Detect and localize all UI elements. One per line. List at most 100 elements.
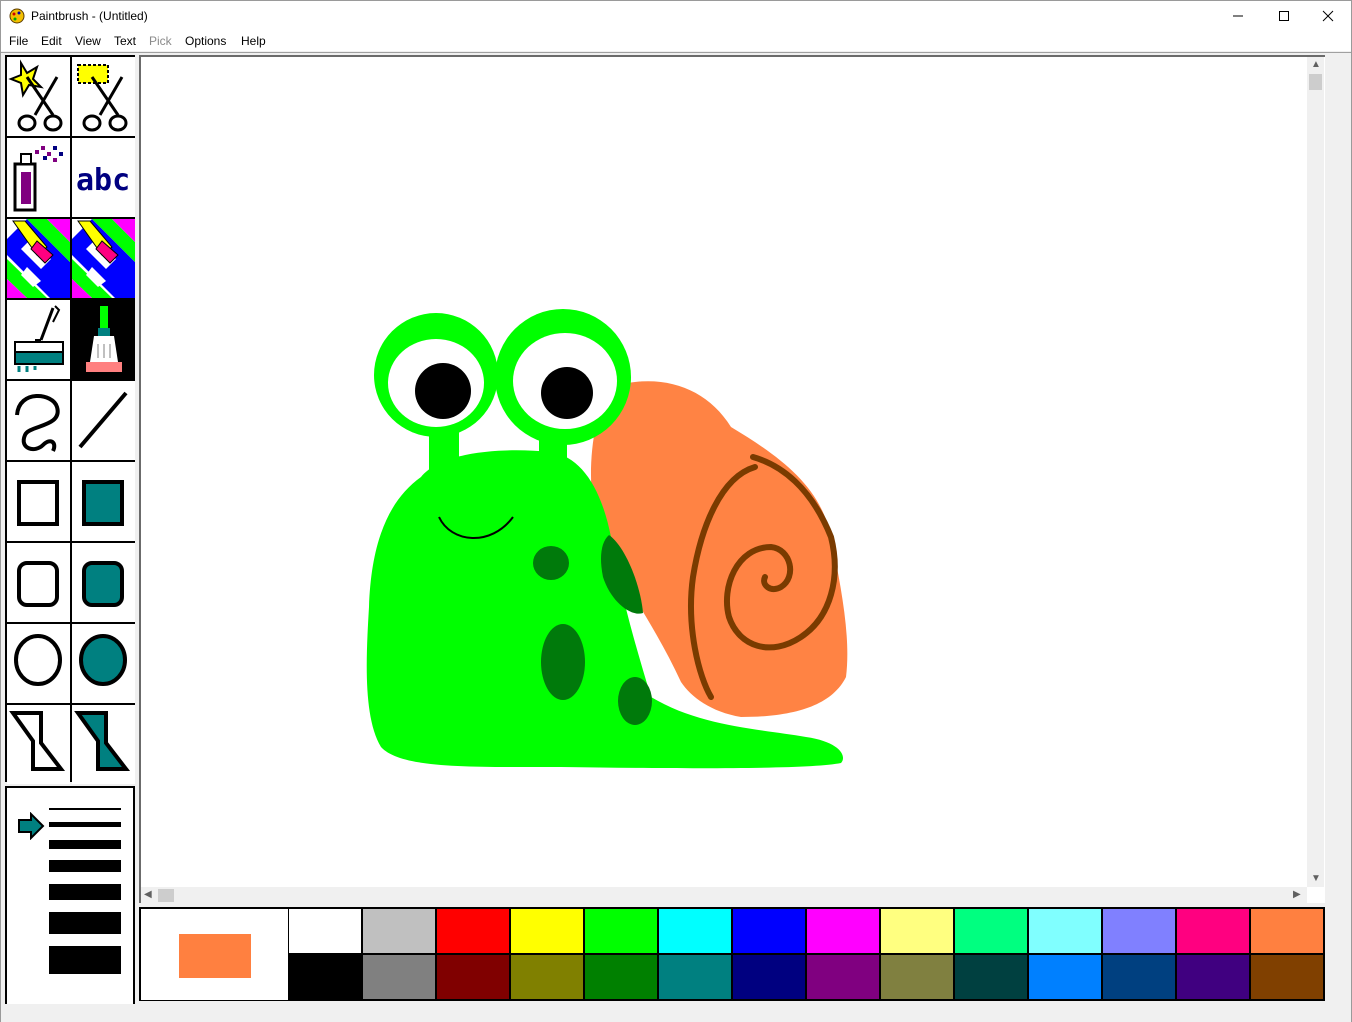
menu-view[interactable]: View [75,34,101,48]
tool-scissors-freeform[interactable] [7,57,70,136]
paintbrush-window: Paintbrush - (Untitled) File Edit View T… [0,0,1352,1022]
palette-swatch[interactable] [1177,909,1249,953]
line-width-7[interactable] [49,946,121,974]
palette-swatch[interactable] [1029,955,1101,999]
circle-icon [14,634,62,686]
close-button[interactable] [1305,1,1351,31]
tool-rounded-box[interactable] [7,543,70,622]
menu-bar: File Edit View Text Pick Options Help [1,31,1351,51]
title-bar: Paintbrush - (Untitled) [1,1,1351,31]
line-width-2[interactable] [49,822,121,827]
palette-swatch[interactable] [437,909,509,953]
palette-swatch[interactable] [733,955,805,999]
body-spot [541,624,585,700]
palette-swatch[interactable] [659,909,731,953]
tool-paint-roller[interactable] [7,300,70,379]
maximize-button[interactable] [1261,1,1307,31]
palette-swatch[interactable] [437,955,509,999]
palette-swatch[interactable] [807,909,879,953]
line-width-1[interactable] [49,808,121,810]
menu-text[interactable]: Text [114,34,136,48]
app-icon [9,8,25,24]
palette-swatch[interactable] [585,909,657,953]
palette-swatch[interactable] [1251,955,1323,999]
tool-curve[interactable] [7,381,70,460]
palette-swatch[interactable] [881,955,953,999]
scroll-left-icon[interactable]: ◀ [144,889,152,900]
palette-swatch[interactable] [1177,955,1249,999]
line-width-6[interactable] [49,912,121,934]
menu-file[interactable]: File [9,34,28,48]
filled-circle-icon [79,634,127,686]
scissors-freeform-icon [8,59,63,132]
line-width-3[interactable] [49,840,121,849]
menu-pick[interactable]: Pick [149,34,172,48]
line-icon [78,391,128,449]
line-width-selector [5,786,135,1018]
toolbox: abc [5,55,135,784]
minimize-button[interactable] [1215,1,1261,31]
maximize-icon [1279,11,1289,21]
palette-swatch[interactable] [955,955,1027,999]
palette-swatch[interactable] [511,909,583,953]
palette-swatch[interactable] [289,955,361,999]
body-spot [533,546,569,580]
palette-swatch[interactable] [1103,955,1175,999]
horizontal-scrollbar[interactable]: ◀ ▶ [141,887,1307,904]
palette-swatch[interactable] [363,909,435,953]
tool-color-eraser[interactable] [7,219,70,298]
menu-edit[interactable]: Edit [41,34,62,48]
line-width-5[interactable] [49,884,121,900]
polygon-icon [9,711,66,771]
palette-swatch[interactable] [733,909,805,953]
tool-filled-circle[interactable] [72,624,135,703]
filled-box-icon [82,480,124,526]
tool-filled-box[interactable] [72,462,135,541]
drawing-canvas[interactable] [139,55,1325,903]
left-pupil [415,363,471,419]
tool-box[interactable] [7,462,70,541]
tool-text[interactable]: abc [72,138,135,217]
palette-swatch[interactable] [1029,909,1101,953]
text-tool-label: abc [76,163,130,198]
window-bottom-edge [1,1004,1351,1022]
color-palette [139,907,1325,1001]
palette-swatch[interactable] [511,955,583,999]
tool-filled-rounded-box[interactable] [72,543,135,622]
palette-swatch[interactable] [659,955,731,999]
scroll-up-icon[interactable]: ▲ [1311,59,1321,70]
palette-swatch[interactable] [363,955,435,999]
palette-swatch[interactable] [289,909,361,953]
menu-options[interactable]: Options [185,34,226,48]
selected-width-arrow-icon [18,812,45,840]
tool-line[interactable] [72,381,135,460]
tool-filled-polygon[interactable] [72,705,135,784]
vertical-scrollbar[interactable]: ▲ ▼ [1307,57,1324,887]
tool-scissors-rectangle[interactable] [72,57,135,136]
filled-polygon-icon [74,711,131,771]
close-icon [1322,10,1334,22]
tool-airbrush[interactable] [7,138,70,217]
palette-swatch[interactable] [955,909,1027,953]
horizontal-scroll-thumb[interactable] [158,889,174,902]
palette-swatch[interactable] [807,955,879,999]
menu-help[interactable]: Help [241,34,266,48]
palette-swatch[interactable] [1103,909,1175,953]
palette-swatch[interactable] [585,955,657,999]
line-width-4[interactable] [49,860,121,872]
color-eraser-icon [7,219,70,298]
tool-polygon[interactable] [7,705,70,784]
scroll-down-icon[interactable]: ▼ [1311,873,1321,884]
menu-separator [1,52,1351,53]
palette-swatch[interactable] [1251,909,1323,953]
palette-swatch[interactable] [881,909,953,953]
scroll-right-icon[interactable]: ▶ [1293,889,1301,900]
window-title: Paintbrush - (Untitled) [31,9,148,23]
tool-brush[interactable] [72,300,135,379]
tool-circle[interactable] [7,624,70,703]
box-icon [17,480,59,526]
paint-roller-icon [14,305,64,372]
tool-eraser[interactable] [72,219,135,298]
vertical-scroll-thumb[interactable] [1309,74,1322,90]
rounded-box-icon [17,561,59,607]
